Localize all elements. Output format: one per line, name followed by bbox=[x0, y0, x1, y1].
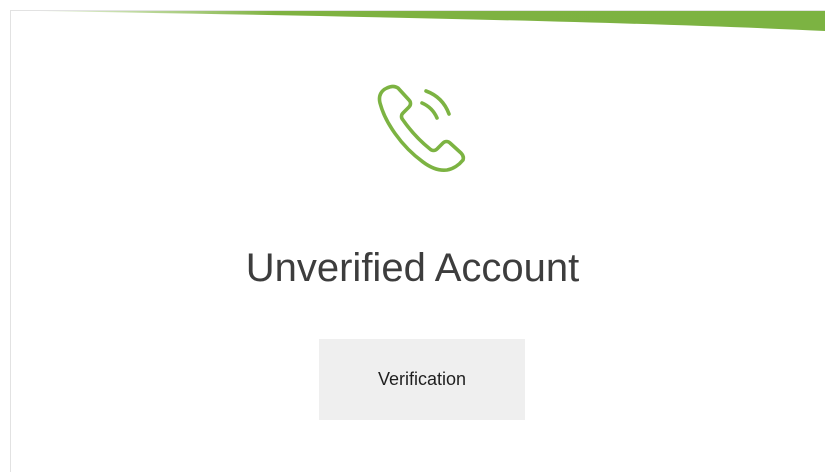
phone-icon bbox=[377, 84, 466, 172]
page-title: Unverified Account bbox=[245, 246, 580, 290]
verification-button[interactable]: Verification bbox=[319, 339, 525, 420]
